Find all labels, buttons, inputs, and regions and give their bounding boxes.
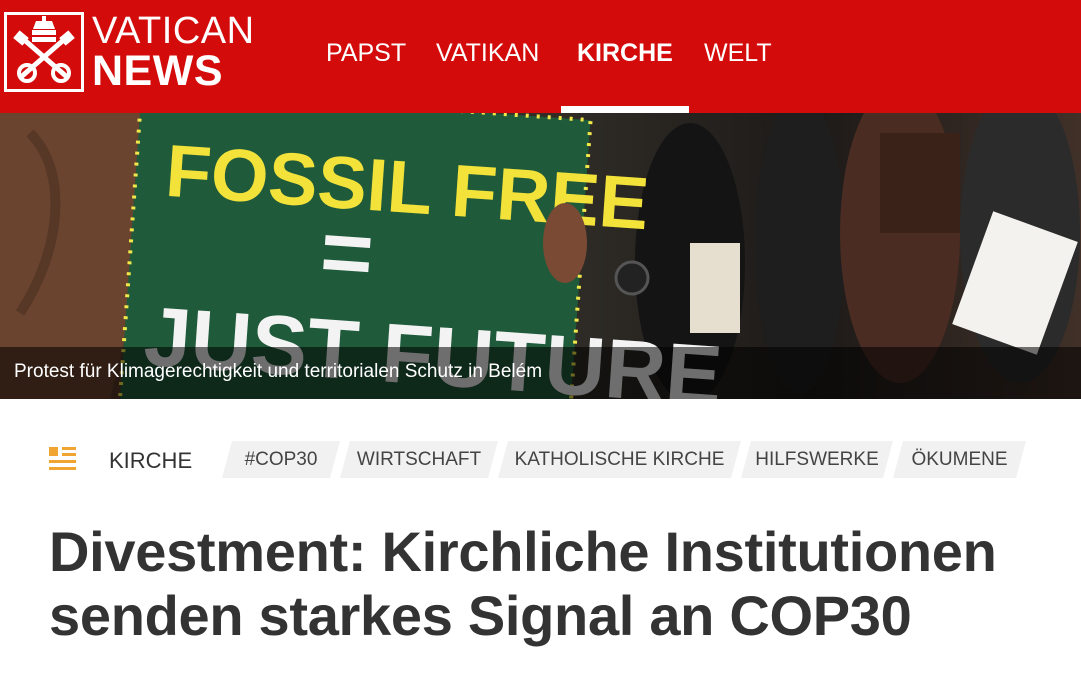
logo-wordmark-vatican: VATICAN [92,10,255,52]
tag-oekumene[interactable]: ÖKUMENE [893,441,1026,478]
site-logo[interactable]: VATICAN NEWS [0,10,280,95]
hero-photo[interactable]: FOSSIL FREE = JUST FUTURE Protest für Kl… [0,113,1081,399]
tag-cop30[interactable]: #COP30 [222,441,340,478]
site-header: VATICAN NEWS PAPST VATIKAN KIRCHE WELT [0,0,1081,113]
article-list-icon [49,447,77,471]
tag-wirtschaft[interactable]: WIRTSCHAFT [340,441,498,478]
sign-text-equals: = [317,202,376,305]
nav-item-kirche[interactable]: KIRCHE [577,38,673,68]
logo-wordmark-news: NEWS [92,47,223,95]
hero-caption-bar: Protest für Klimagerechtigkeit und terri… [0,347,1081,399]
category-label[interactable]: KIRCHE [109,448,192,474]
nav-item-welt[interactable]: WELT [704,38,772,68]
active-nav-indicator [561,106,689,113]
tag-katholische-kirche[interactable]: KATHOLISCHE KIRCHE [498,441,741,478]
nav-item-papst[interactable]: PAPST [326,38,406,68]
article-title: Divestment: Kirchliche Institutionen sen… [49,520,997,647]
tag-hilfswerke[interactable]: HILFSWERKE [741,441,893,478]
nav-item-vatikan[interactable]: VATIKAN [436,38,539,68]
hero-caption: Protest für Klimagerechtigkeit und terri… [14,361,543,382]
papal-keys-emblem-icon [4,12,84,92]
